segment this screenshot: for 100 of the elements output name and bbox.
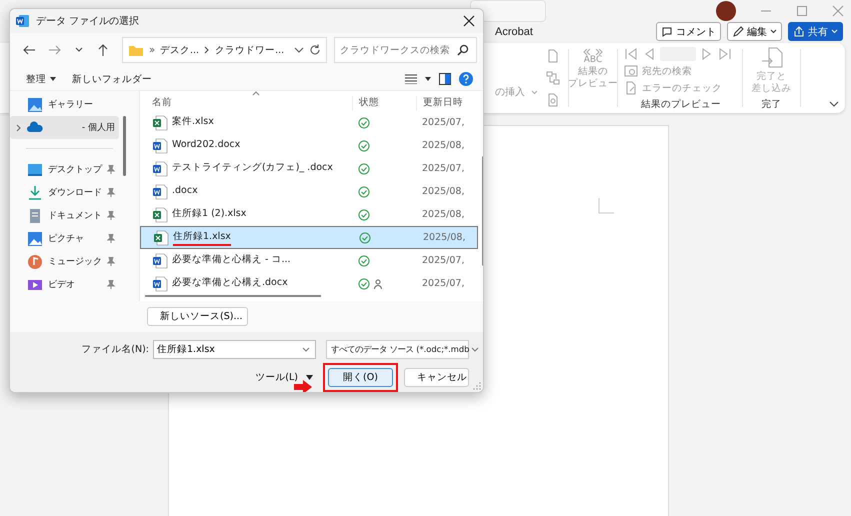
- file-name: 必要な準備と心構え - コ...: [172, 252, 291, 267]
- preview-pane-icon[interactable]: [439, 73, 451, 86]
- caret-icon: [50, 77, 56, 82]
- check-circle-icon: [358, 278, 370, 290]
- word-app-icon: [16, 14, 30, 28]
- date-text: 2025/07,: [422, 117, 464, 128]
- file-row[interactable]: 案件.xlsx 2025/07,: [140, 111, 478, 134]
- date-text: 2025/08,: [423, 232, 466, 244]
- file-name: 住所録1 (2).xlsx: [172, 206, 246, 221]
- field-label: ファイル名(N):: [81, 343, 149, 356]
- search-icon: [457, 44, 469, 56]
- caret-icon: [831, 29, 838, 34]
- check-circle-icon: [358, 254, 370, 267]
- file-name: 住所録1.xlsx: [173, 230, 231, 246]
- check-circle-icon: [358, 186, 370, 198]
- document-file-icon: [152, 184, 168, 200]
- sidebar-item[interactable]: ミュージック: [10, 250, 119, 274]
- scrollbar-thumb[interactable]: [145, 294, 321, 297]
- column-header[interactable]: 更新日時: [416, 96, 476, 112]
- overflow-chevrons-icon: [149, 47, 155, 54]
- chevron-down-icon: [302, 347, 310, 352]
- column-header[interactable]: 状態: [352, 96, 416, 112]
- speech-bubble-icon: [661, 26, 673, 38]
- file-name: Word202.docx: [172, 138, 240, 152]
- new-folder-button[interactable]: 新しいフォルダー: [68, 72, 156, 86]
- share-button[interactable]: 共有: [788, 22, 843, 41]
- document-file-icon: [152, 252, 168, 269]
- close-icon[interactable]: [463, 14, 475, 27]
- group-label: 完了: [762, 98, 782, 112]
- ribbon-tab[interactable]: Acrobat: [495, 26, 533, 38]
- expand-chevron-icon[interactable]: [16, 124, 22, 132]
- spreadsheet-file-icon: [152, 114, 168, 131]
- file-name: .docx: [172, 184, 198, 198]
- picture-icon: [27, 96, 43, 113]
- up-arrow-icon[interactable]: [96, 43, 110, 58]
- sidebar-item[interactable]: ドキュメント: [10, 204, 119, 228]
- file-name: 必要な準備と心構え.docx: [172, 276, 288, 290]
- sidebar-item[interactable]: ビデオ: [10, 273, 119, 296]
- address-bar[interactable]: デスク... クラウドワー...: [122, 37, 327, 64]
- document-icon: [27, 208, 43, 224]
- search-field[interactable]: クラウドワークスの検索: [334, 37, 477, 64]
- sidebar-item[interactable]: ダウンロード: [10, 181, 119, 204]
- sidebar-item[interactable]: ピクチャ: [10, 227, 119, 250]
- refresh-icon[interactable]: [309, 44, 322, 56]
- match-fields-icon[interactable]: [546, 71, 560, 85]
- check-circle-icon: [358, 140, 370, 152]
- date-text: 2025/07,: [422, 255, 464, 266]
- file-row[interactable]: 住所録1 (2).xlsx 2025/08,: [140, 203, 478, 226]
- document-file-icon: [152, 276, 168, 292]
- date-text: 2025/08,: [422, 140, 464, 152]
- document-file-icon: [152, 138, 168, 154]
- desktop-icon: [27, 162, 43, 178]
- caret-icon: [531, 90, 538, 94]
- view-list-icon[interactable]: [405, 74, 417, 84]
- file-row[interactable]: 住所録1.xlsx 2025/08,: [140, 226, 478, 250]
- sidebar-item[interactable]: ギャラリー: [10, 93, 119, 116]
- avatar-icon[interactable]: [716, 1, 736, 21]
- file-row[interactable]: テストライティング(カフェ)_ .docx 2025/07,: [140, 157, 478, 180]
- spreadsheet-file-icon: [152, 206, 168, 223]
- file-name: 案件.xlsx: [172, 114, 214, 129]
- share-icon: [793, 26, 805, 38]
- cancel-button[interactable]: キャンセル: [404, 368, 469, 388]
- resize-grip-icon[interactable]: [473, 382, 481, 390]
- breadcrumb[interactable]: デスク...: [160, 44, 200, 57]
- last-record-icon[interactable]: [718, 47, 732, 61]
- column-header[interactable]: 名前: [140, 96, 352, 112]
- comment-button[interactable]: コメント: [656, 22, 721, 41]
- help-icon[interactable]: [459, 72, 473, 86]
- download-icon: [27, 184, 43, 201]
- update-labels-icon[interactable]: [546, 93, 560, 107]
- chevron-down-icon: [471, 347, 480, 352]
- first-record-icon[interactable]: [624, 47, 638, 61]
- breadcrumb[interactable]: クラウドワー...: [215, 44, 284, 57]
- check-circle-icon: [358, 208, 370, 221]
- filename-field[interactable]: 住所録1.xlsx: [153, 340, 316, 360]
- document-icon[interactable]: [546, 49, 560, 63]
- sidebar-item[interactable]: - 個人用: [10, 116, 119, 140]
- file-row[interactable]: 必要な準備と心構え - コ... 2025/07,: [140, 249, 478, 272]
- file-row[interactable]: 必要な準備と心構え.docx 2025/07,: [140, 272, 478, 296]
- folder-icon: [128, 44, 144, 57]
- caret-icon: [770, 29, 777, 34]
- collapse-icon[interactable]: [829, 101, 839, 107]
- date-text: 2025/08,: [422, 209, 464, 220]
- tools-button[interactable]: ツール(L): [251, 371, 317, 384]
- sidebar-item[interactable]: デスクトップ: [10, 158, 119, 182]
- file-row[interactable]: .docx 2025/08,: [140, 180, 478, 204]
- document-file-icon: [152, 160, 168, 177]
- edit-button[interactable]: 編集: [727, 22, 782, 41]
- date-text: 2025/07,: [422, 278, 464, 290]
- maximize-icon[interactable]: [796, 5, 808, 17]
- open-button[interactable]: 開く(O): [328, 368, 393, 388]
- file-row[interactable]: Word202.docx 2025/08,: [140, 134, 478, 158]
- picture-icon: [27, 230, 43, 247]
- new-source-button[interactable]: 新しいソース(S)...: [147, 306, 248, 326]
- chevron-down-icon[interactable]: [294, 45, 304, 56]
- date-text: 2025/07,: [422, 163, 464, 174]
- scrollbar-thumb[interactable]: [123, 116, 126, 176]
- pencil-icon: [732, 26, 744, 38]
- caret-icon[interactable]: [425, 77, 431, 82]
- organize-button[interactable]: 整理: [22, 72, 60, 86]
